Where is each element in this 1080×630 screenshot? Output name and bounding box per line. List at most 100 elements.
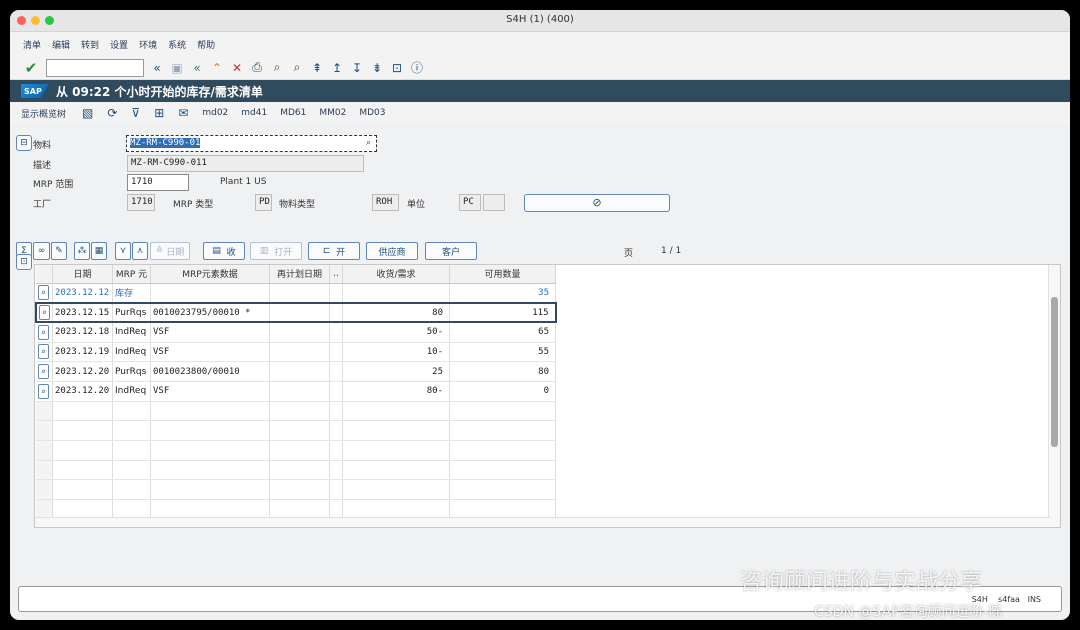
expand-all-icon[interactable]: ⋎ [115,242,131,260]
menu-environment[interactable]: 环境 [139,38,157,51]
description-field: MZ-RM-C990-011 [127,155,364,172]
empty-cell [150,440,270,461]
open-button[interactable]: ▥ 打开 [250,242,302,260]
table-row[interactable]: ⌕ 2023.12.18 IndReq VSF 50- 65 [36,322,556,343]
empty-cell [342,420,450,441]
link-md03[interactable]: MD03 [359,108,385,118]
empty-cell [36,401,53,422]
cell-avail: 80 [449,361,556,382]
cell-avail: 55 [449,342,556,363]
row-detail-icon[interactable]: ⌕ [38,344,49,360]
row-detail-icon[interactable]: ⌕ [38,324,49,340]
menu-edit[interactable]: 编辑 [52,38,70,51]
edit-icon[interactable]: ✎ [51,242,67,260]
empty-table-row [36,401,556,422]
show-overview-tree-button[interactable]: 显示概览树 [21,107,66,120]
find-next-icon[interactable]: ⌕ [288,59,306,77]
grid-settings-icon[interactable]: ⊡ [16,254,32,270]
link-md41[interactable]: md41 [241,108,267,118]
mrp-area-field[interactable]: 1710 [127,174,189,191]
date-button-label: 日期 [166,247,185,258]
link-md61[interactable]: MD61 [280,108,306,118]
open2-button[interactable]: ⊏ 开 [308,242,360,260]
empty-cell [269,440,330,461]
collapse-all-icon[interactable]: ⋏ [132,242,148,260]
image-icon[interactable]: ▧ [82,106,93,120]
grid-toolbar: Σ ∞ ✎ ⁂ ▦ ⋎ ⋏ ≙ 日期 ▤ 收 ▥ 打开 ⊏ 开 供应商 客户 页… [10,242,1070,262]
row-detail-icon[interactable]: ⌕ [38,285,49,301]
material-field[interactable]: MZ-RM-C990-01 [126,135,377,152]
application-toolbar: 显示概览树 ▧ ⟳ ⊽ ⊞ ✉ md02 md41 MD61 MM02 MD03 [10,102,1070,124]
empty-cell [150,460,270,481]
col-header-mrp-element[interactable]: MRP 元 [112,265,151,284]
table-row[interactable]: ⌕ 2023.12.15 PurRqs 0010023795/00010 * 80 115 [35,301,557,324]
mrp-type-label: MRP 类型 [173,200,214,210]
mail-icon[interactable]: ✉ [178,106,188,120]
print-icon[interactable]: ⎙ [248,59,266,77]
group-icon[interactable]: ⁂ [74,242,90,260]
help-icon[interactable]: ⓘ [408,59,426,77]
col-header-receipt-requirement[interactable]: 收货/需求 [342,265,450,284]
empty-cell [112,479,151,501]
empty-cell [112,460,151,481]
empty-cell [449,401,556,422]
save-icon[interactable]: ▣ [168,59,186,77]
menu-system[interactable]: 系统 [168,38,186,51]
col-header-mrp-element-data[interactable]: MRP元素数据 [150,265,270,284]
menu-list[interactable]: 清单 [23,38,41,51]
next-page-icon[interactable]: ↧ [348,59,366,77]
command-history-icon[interactable]: « [148,59,166,77]
cell-resched [269,342,330,363]
new-session-icon[interactable]: ⊡ [388,59,406,77]
previous-page-icon[interactable]: ↥ [328,59,346,77]
find-icon[interactable]: ⌕ [268,59,286,77]
empty-table-row [36,460,556,481]
enter-check-icon[interactable]: ✔ [22,59,40,77]
col-header-reschedule-date[interactable]: 再计划日期 [269,265,330,284]
back-icon[interactable]: « [188,59,206,77]
table-row[interactable]: ⌕ 2023.12.19 IndReq VSF 10- 55 [36,342,556,363]
row-detail-icon[interactable]: ⌕ [38,364,49,380]
col-header-exception[interactable]: .. [329,265,343,284]
link-md02[interactable]: md02 [202,108,228,118]
description-label: 描述 [33,161,52,171]
table-row[interactable]: ⌕ 2023.12.20 PurRqs 0010023800/00010 25 80 [36,361,556,382]
exception-cell [329,283,343,304]
header-area: ⊟ 物料 MZ-RM-C990-01 ⌕ 描述 MZ-RM-C990-011 M… [10,134,1070,234]
refresh-icon[interactable]: ⟳ [107,106,117,120]
menu-settings[interactable]: 设置 [110,38,128,51]
filter-icon[interactable]: ⊽ [131,106,140,120]
table-row[interactable]: ⌕ 2023.12.12 库存 35 [36,283,556,304]
horizontal-scrollbar[interactable] [35,517,1050,527]
vertical-scrollbar[interactable] [1048,265,1060,527]
planning-icon[interactable]: ⊞ [154,106,164,120]
receipts-button[interactable]: ▤ 收 [203,242,245,260]
col-header-available-qty[interactable]: 可用数量 [449,265,556,284]
row-detail-icon[interactable]: ⌕ [38,383,49,399]
empty-cell [112,420,151,441]
vertical-scroll-thumb[interactable] [1051,297,1058,447]
mrp-area-text: Plant 1 US [220,177,267,187]
layout-icon[interactable]: ▦ [91,242,107,260]
app-window: S4H (1) (400) 清单 编辑 转到 设置 环境 系统 帮助 ✔ « ▣… [10,10,1070,620]
date-button[interactable]: ≙ 日期 [150,242,190,260]
menu-help[interactable]: 帮助 [197,38,215,51]
exit-icon[interactable]: ⌃ [208,59,226,77]
menu-goto[interactable]: 转到 [81,38,99,51]
table-row[interactable]: ⌕ 2023.12.20 IndReq VSF 80- 0 [36,381,556,402]
vendor-button[interactable]: 供应商 [366,242,418,260]
row-detail-icon[interactable]: ⌕ [39,305,50,321]
link-mm02[interactable]: MM02 [319,108,346,118]
customer-button[interactable]: 客户 [425,242,477,260]
cell-element: 库存 [112,283,151,304]
last-page-icon[interactable]: ⇟ [368,59,386,77]
material-search-icon[interactable]: ⌕ [366,138,371,148]
cancel-icon[interactable]: ✕ [228,59,246,77]
first-page-icon[interactable]: ⇞ [308,59,326,77]
cell-data: VSF [150,322,270,343]
command-field[interactable] [46,58,144,77]
details-icon[interactable]: ∞ [33,242,50,260]
col-header-date[interactable]: 日期 [52,265,113,284]
material-toggle-icon[interactable]: ⊟ [16,135,32,151]
select-element-button[interactable]: ⊘ [524,194,670,212]
